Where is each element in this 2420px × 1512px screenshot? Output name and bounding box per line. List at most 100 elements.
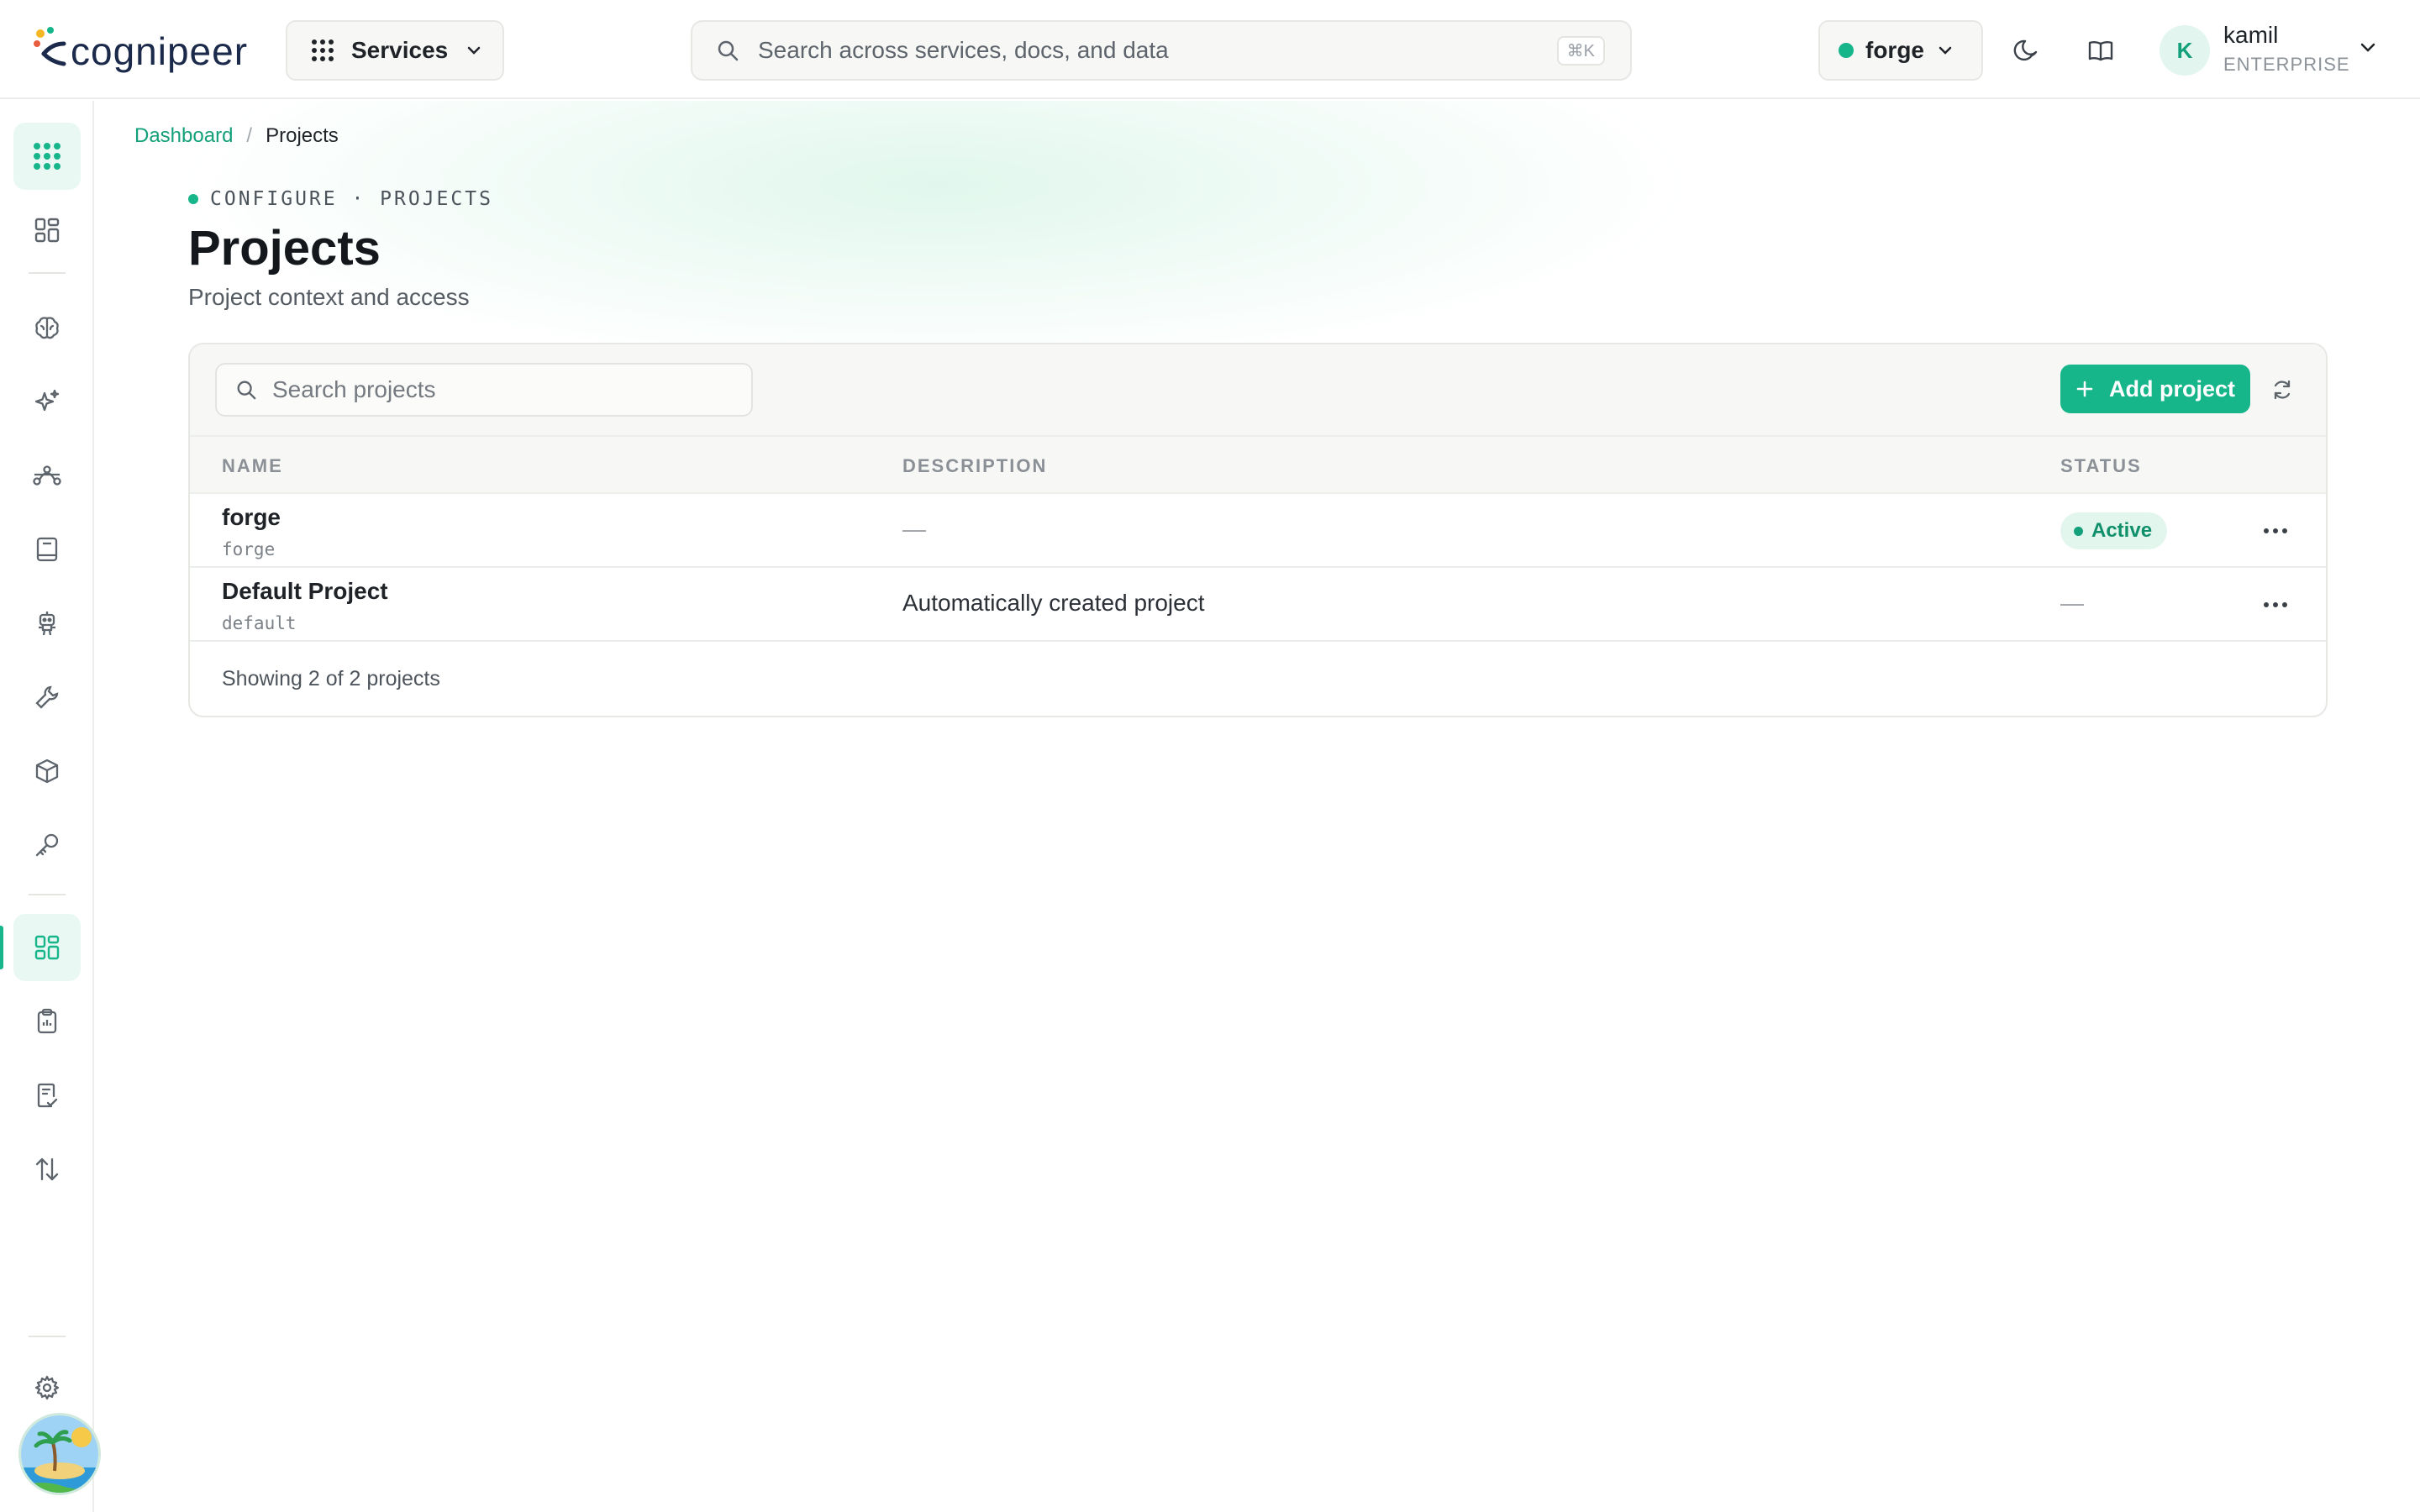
flow-icon (33, 465, 61, 486)
sidebar-item-transfer[interactable] (13, 1136, 81, 1203)
projects-icon (34, 935, 60, 960)
brain-icon (35, 317, 59, 339)
robot-icon (39, 612, 55, 636)
page-subtitle: Project context and access (188, 284, 470, 310)
sidebar-divider (29, 272, 66, 274)
logo-mark-icon (34, 27, 66, 66)
sparkles-icon (34, 389, 60, 412)
apps-grid-icon (34, 143, 60, 170)
breadcrumb-current: Projects (266, 124, 339, 147)
sidebar-item-tasks[interactable] (13, 1062, 81, 1129)
project-slug: forge (222, 539, 276, 559)
sidebar-item-brain[interactable] (13, 294, 81, 361)
refresh-icon (2274, 380, 2291, 400)
key-icon (35, 833, 59, 857)
workspace-avatar[interactable] (18, 1413, 101, 1495)
logo-text: cognipeer (71, 29, 249, 73)
project-name[interactable]: forge (222, 504, 281, 531)
project-switcher[interactable]: forge (1818, 20, 1983, 81)
chevron-down-icon[interactable] (2358, 37, 2378, 57)
table-row[interactable]: Default Project default Automatically cr… (190, 568, 2326, 642)
more-horizontal-icon (2264, 602, 2287, 607)
dashboard-icon (34, 218, 60, 243)
project-switcher-label: forge (1865, 37, 1924, 63)
sidebar-active-marker (0, 926, 3, 969)
user-name[interactable]: kamil (2223, 22, 2278, 49)
book-icon (36, 537, 58, 562)
search-icon (718, 40, 739, 61)
checklist-icon (37, 1083, 58, 1108)
breadcrumb-dashboard-link[interactable]: Dashboard (134, 124, 233, 148)
projects-search-field[interactable] (215, 363, 753, 417)
eyebrow-text: CONFIGURE · PROJECTS (210, 188, 493, 210)
add-project-button[interactable]: Add project (2060, 365, 2250, 413)
cognipeer-logo[interactable]: cognipeer (32, 22, 248, 76)
sidebar-item-projects[interactable] (13, 914, 81, 981)
user-avatar[interactable]: K (2160, 25, 2210, 76)
breadcrumb: Dashboard / Projects (134, 124, 339, 148)
user-tier: ENTERPRISE (2223, 54, 2350, 75)
refresh-button[interactable] (2267, 375, 2297, 405)
status-dot (2074, 526, 2083, 536)
column-header-status[interactable]: STATUS (2060, 455, 2142, 477)
sidebar-divider (29, 894, 66, 895)
sidebar-divider (29, 1336, 66, 1337)
sidebar-item-settings[interactable] (13, 1354, 81, 1421)
moon-icon (2013, 39, 2038, 61)
add-project-label: Add project (2108, 375, 2235, 402)
search-icon (237, 381, 256, 400)
row-actions-button[interactable] (2259, 590, 2292, 620)
row-actions-button[interactable] (2259, 516, 2292, 546)
project-status-dot (1839, 43, 1854, 58)
chevron-down-icon (1939, 46, 1952, 55)
project-description: Automatically created project (902, 590, 1205, 616)
services-menu-button[interactable]: Services (286, 20, 504, 81)
clipboard-icon (37, 1008, 57, 1034)
cube-icon (35, 759, 59, 784)
projects-table-card: Add project NAME DESCRIPTION STATUS forg… (188, 343, 2328, 717)
sidebar-item-flows[interactable] (13, 442, 81, 509)
sidebar-item-dashboard[interactable] (13, 197, 81, 264)
sidebar-item-apps[interactable] (13, 123, 81, 190)
column-header-name[interactable]: NAME (222, 455, 283, 477)
eyebrow-dot (188, 194, 198, 204)
table-header: NAME DESCRIPTION STATUS (190, 435, 2326, 494)
table-row[interactable]: forge forge — Active (190, 494, 2326, 568)
sidebar-item-models[interactable] (13, 738, 81, 805)
project-slug: default (222, 613, 297, 633)
projects-search-input[interactable] (272, 376, 743, 403)
sidebar-item-tools[interactable] (13, 664, 81, 731)
more-horizontal-icon (2264, 528, 2287, 533)
project-status: — (2060, 590, 2084, 616)
page-title: Projects (188, 221, 381, 276)
breadcrumb-separator: / (246, 124, 253, 147)
top-bar: cognipeer Services Search across service… (0, 0, 2420, 99)
table-toolbar: Add project (190, 344, 2326, 435)
chevron-down-icon (467, 46, 481, 55)
global-search-input[interactable]: Search across services, docs, and data ⌘… (691, 20, 1632, 81)
grid-dots-icon (312, 39, 334, 61)
docs-button[interactable] (2082, 32, 2119, 69)
sidebar-item-keys[interactable] (13, 811, 81, 879)
plus-icon (2076, 381, 2093, 397)
sidebar (0, 101, 101, 1512)
sidebar-item-agents[interactable] (13, 590, 81, 657)
book-open-icon (2088, 41, 2113, 61)
sidebar-item-ai[interactable] (13, 368, 81, 435)
sidebar-item-reports[interactable] (13, 988, 81, 1055)
status-badge-label: Active (2091, 519, 2153, 542)
project-name[interactable]: Default Project (222, 578, 388, 605)
global-search-placeholder: Search across services, docs, and data (758, 37, 1169, 63)
search-shortcut-badge: ⌘K (1556, 35, 1605, 66)
island-avatar-icon (21, 1415, 98, 1493)
sidebar-item-knowledge[interactable] (13, 516, 81, 583)
transfer-icon (35, 1158, 59, 1181)
column-header-description[interactable]: DESCRIPTION (902, 455, 1047, 477)
tools-icon (35, 685, 59, 709)
project-description: — (902, 516, 926, 542)
theme-toggle-button[interactable] (2008, 32, 2045, 69)
page-eyebrow: CONFIGURE · PROJECTS (188, 188, 493, 210)
status-badge: Active (2060, 512, 2168, 549)
services-label: Services (351, 37, 449, 63)
table-footer-count: Showing 2 of 2 projects (222, 667, 440, 690)
